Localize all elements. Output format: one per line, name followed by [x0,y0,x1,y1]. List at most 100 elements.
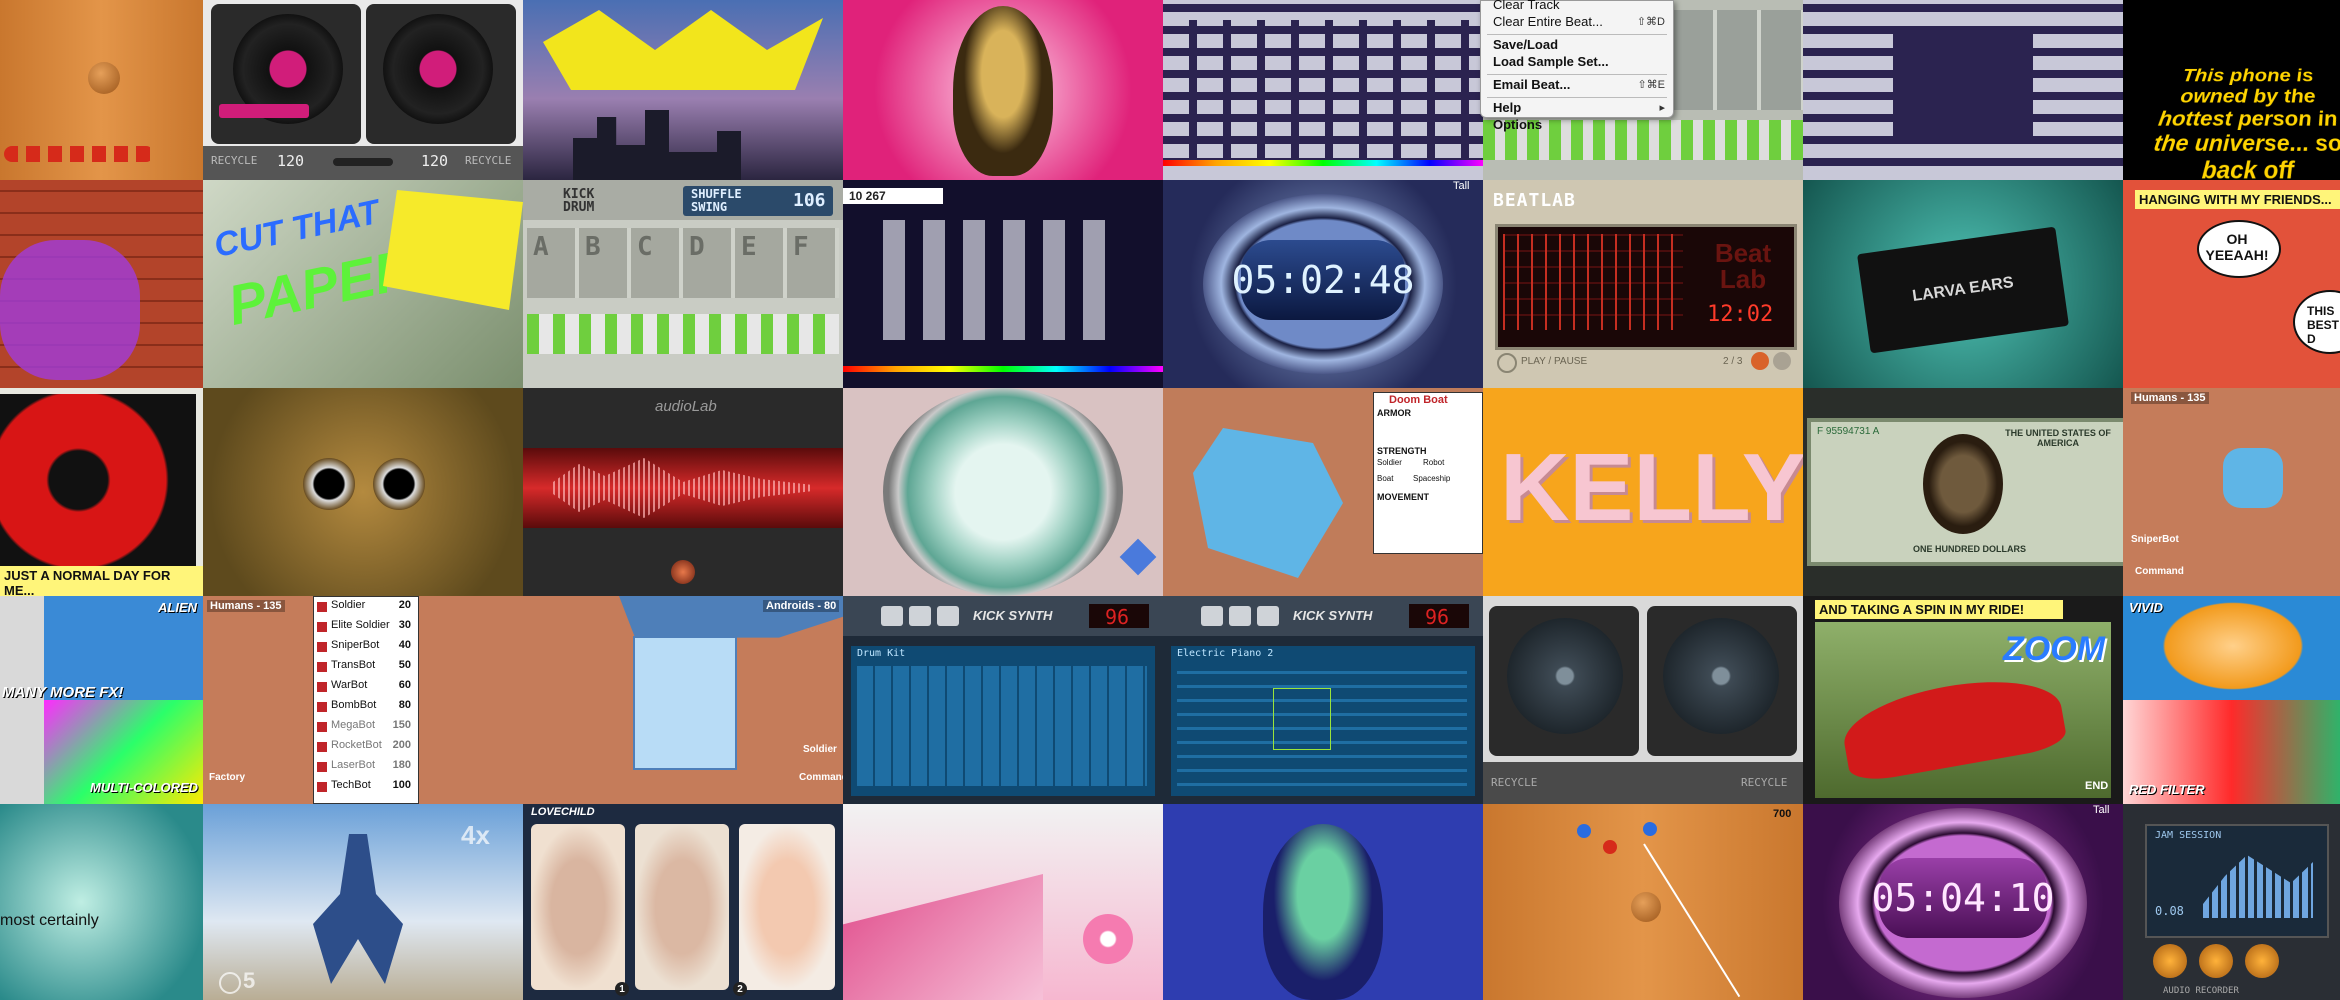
fx-collage-thumbnail[interactable]: ALIEN MANY MORE FX! MULTI-COLORED [0,596,203,804]
play-button-2[interactable] [1257,606,1279,626]
blue-clock-thumbnail[interactable]: 05:02:48 Tall [1163,180,1483,388]
unit-row[interactable]: SniperBot 40 [317,639,413,657]
mona-lisa-pink-thumbnail[interactable] [843,0,1163,180]
beatlab-thumbnail[interactable]: BEATLAB Beat Lab 12:02 PLAY / PAUSE 2 / … [1483,180,1803,388]
unit-shop-thumbnail[interactable]: Humans - 135 Soldier 20 Elite Soldier 30 Sni… [203,596,523,804]
audio-recorder-thumbnail[interactable]: JAM SESSION 0.08 AUDIO RECORDER [2123,804,2340,1000]
pink-clock-thumbnail[interactable]: 05:04:10 Tall [1803,804,2123,1000]
bill-serial: F 95594731 A [1817,426,1879,437]
unit-row[interactable]: BombBot 80 [317,699,413,717]
normal-day-caption: JUST A NORMAL DAY FOR ME... [0,566,203,596]
graffiti-brick-thumbnail[interactable] [0,180,203,388]
unit-row[interactable]: WarBot 60 [317,679,413,697]
vivid-filter-thumbnail[interactable]: VIVID RED FILTER [2123,596,2340,804]
jeweled-watch-thumbnail[interactable] [843,388,1163,596]
next-page-icon[interactable] [1773,352,1791,370]
drum-pad-d[interactable]: D [689,232,705,262]
drumkit-sequencer-thumbnail[interactable]: KICK SYNTH 96 Drum Kit [843,596,1163,804]
red-silhouette-thumbnail[interactable]: JUST A NORMAL DAY FOR ME... [0,388,203,596]
watch-face [883,388,1123,596]
unit-row[interactable]: LaserBot 180 [317,759,413,777]
drum-pad-e[interactable]: E [741,232,757,262]
menu-item-save-load[interactable]: Save/Load [1493,37,1558,52]
kick-drum-machine-thumbnail[interactable]: KICK DRUM SHUFFLE SWING 106 A B C D E F [523,180,843,388]
starwars-text-thumbnail[interactable]: This phone is owned by the hottest perso… [2123,0,2340,180]
audiolab-thumbnail[interactable]: audioLab [523,388,843,596]
unit-list[interactable]: Soldier 20 Elite Soldier 30 SniperBot 40 Trans… [317,599,415,799]
rewind-button-2[interactable] [1201,606,1223,626]
crossfader[interactable] [333,158,393,166]
red-car-thumbnail[interactable]: AND TAKING A SPIN IN MY RIDE! ZOOM END [1803,596,2123,804]
play-icon[interactable] [1497,353,1517,373]
piano-sequencer-thumbnail[interactable]: KICK SYNTH 96 Electric Piano 2 [1163,596,1483,804]
lovechild-thumbnail[interactable]: LOVECHILD 1 2 [523,804,843,1000]
forward-button-icon[interactable] [2245,944,2279,978]
drum-pad-c[interactable]: C [637,232,653,262]
seq-grid[interactable] [857,666,1147,786]
unit-icon [317,702,327,712]
strength-label: STRENGTH [1377,446,1427,456]
water-patch [2223,448,2283,508]
neon-city-thumbnail[interactable] [523,0,843,180]
more-fx-label: MANY MORE FX! [2,684,123,701]
larva-ears-thumbnail[interactable]: LARVA EARS [1803,180,2123,388]
big-eyes-portrait-thumbnail[interactable] [203,388,523,596]
pool-table-thumbnail[interactable]: 700 [1483,804,1803,1000]
drum-pad-b[interactable]: B [585,232,601,262]
rewind-button[interactable] [881,606,903,626]
menu-item-load-sample-set[interactable]: Load Sample Set... [1493,54,1609,69]
menu-shortcut: ⇧⌘E [1637,78,1665,91]
menu-item-options[interactable]: Options [1493,117,1542,132]
stat-soldier: Soldier [1377,458,1402,467]
loop-button[interactable] [909,606,931,626]
mona-lisa-blue-thumbnail[interactable] [1163,804,1483,1000]
cut-that-paper-thumbnail[interactable]: CUT THAT PAPER [203,180,523,388]
vivid-face [2153,596,2313,696]
humans-map-thumbnail[interactable]: Humans - 135 SniperBot Command [2123,388,2340,596]
lovechild-title: LOVECHILD [531,806,595,818]
record-button[interactable] [671,560,695,584]
play-button[interactable] [937,606,959,626]
slider-label-2[interactable]: 2 [733,982,747,996]
loop-button-2[interactable] [1229,606,1251,626]
teal-bubble-thumbnail[interactable]: most certainly [0,804,203,1000]
timer-icon [219,972,241,994]
speed-label: 4x [461,820,490,851]
drum-pad-a[interactable]: A [533,232,549,262]
pink-building-thumbnail[interactable] [843,804,1163,1000]
unit-row[interactable]: Soldier 20 [317,599,413,617]
slider-label-1[interactable]: 1 [615,982,629,996]
drum-kit-label: Drum Kit [857,648,905,659]
maze-game-thumbnail[interactable] [1163,0,1483,180]
menu-separator [1487,97,1667,98]
rewind-button-icon[interactable] [2199,944,2233,978]
unit-row[interactable]: Elite Soldier 30 [317,619,413,637]
unit-row[interactable]: MegaBot 150 [317,719,413,737]
maze-game-2-thumbnail[interactable] [1803,0,2123,180]
eject-button-icon[interactable] [2153,944,2187,978]
skater-thumbnail[interactable]: 4x 5 [203,804,523,1000]
prev-page-icon[interactable] [1751,352,1769,370]
water [1193,428,1343,578]
menu-item-clear-entire-beat[interactable]: Clear Entire Beat... [1493,14,1603,29]
humans-label: Humans - 135 [2131,392,2209,404]
kelly-name-thumbnail[interactable]: KELLY [1483,388,1803,596]
block-puzzle-thumbnail[interactable]: 10 267 [843,180,1163,388]
selection-box [1273,688,1331,750]
drum-pad-f[interactable]: F [793,232,809,262]
wood-game-thumbnail[interactable] [0,0,203,180]
kick-synth-label: KICK SYNTH [973,608,1052,623]
doom-boat-thumbnail[interactable]: Doom Boat ARMOR STRENGTH Soldier Robot B… [1163,388,1483,596]
dollar-bill-thumbnail[interactable]: F 95594731 A THE UNITED STATES OF AMERIC… [1803,388,2123,596]
menu-item-help[interactable]: Help [1493,100,1521,115]
androids-map-thumbnail[interactable]: Androids - 80 Soldier Command [523,596,843,804]
unit-row[interactable]: TechBot 100 [317,779,413,797]
menu-item-email-beat[interactable]: Email Beat... [1493,77,1570,92]
grey-turntables-thumbnail[interactable]: RECYCLE RECYCLE [1483,596,1803,804]
menu-item-clear-track[interactable]: Clear Track [1493,0,1559,12]
shuffle-label: SHUFFLE SWING [691,188,771,214]
unit-row[interactable]: RocketBot 200 [317,739,413,757]
comic-friends-thumbnail[interactable]: HANGING WITH MY FRIENDS... OH YEEAAH! TH… [2123,180,2340,388]
unit-row[interactable]: TransBot 50 [317,659,413,677]
dj-turntables-thumbnail[interactable]: RECYCLE 120 120 RECYCLE [203,0,523,180]
